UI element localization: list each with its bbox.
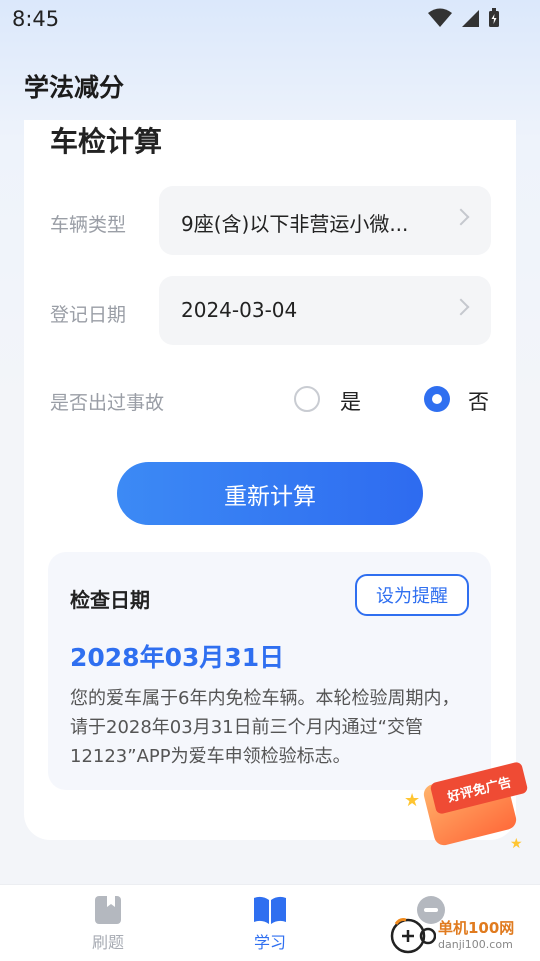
- wifi-icon: [428, 8, 452, 27]
- card-title: 车检计算: [50, 125, 163, 158]
- star-icon: ★: [404, 790, 421, 811]
- result-description: 您的爱车属于6年内免检车辆。本轮检验周期内，请于2028年03月31日前三个月内…: [70, 688, 460, 767]
- nav-label-practice: 刷题: [91, 933, 124, 952]
- remove-ads-badge[interactable]: ★ ★ 好评免广告: [404, 752, 529, 852]
- accident-yes-label[interactable]: 是: [340, 386, 361, 416]
- result-title: 检查日期: [70, 588, 150, 612]
- system-icons: [428, 8, 500, 28]
- chevron-right-icon: [452, 208, 470, 226]
- bookmark-book-icon: [95, 896, 121, 924]
- accident-no-label[interactable]: 否: [468, 386, 489, 416]
- accident-label: 是否出过事故: [50, 392, 165, 414]
- vehicle-type-select[interactable]: 9座(含)以下非营运小微...: [159, 186, 491, 255]
- register-date-value: 2024-03-04: [181, 298, 298, 322]
- signal-icon: [462, 10, 479, 27]
- calculator-card: 车检计算 车辆类型 9座(含)以下非营运小微... 登记日期 2024-03-0…: [24, 120, 516, 840]
- register-date-select[interactable]: 2024-03-04: [159, 276, 491, 345]
- accident-no-radio[interactable]: [424, 386, 450, 412]
- chevron-right-icon: [452, 298, 470, 316]
- vehicle-type-label: 车辆类型: [50, 214, 127, 236]
- status-bar: 8:45: [0, 0, 540, 40]
- site-watermark: 单机100网 danji100.com: [388, 914, 514, 954]
- status-time: 8:45: [12, 7, 60, 31]
- battery-icon: [489, 8, 499, 27]
- register-date-label: 登记日期: [50, 304, 127, 326]
- nav-item-practice[interactable]: 刷题: [63, 895, 153, 953]
- watermark-url: danji100.com: [438, 938, 513, 951]
- star-icon: ★: [510, 836, 523, 852]
- set-reminder-button[interactable]: 设为提醒: [355, 574, 469, 616]
- vehicle-type-value: 9座(含)以下非营运小微...: [181, 212, 409, 236]
- recalculate-button[interactable]: 重新计算: [117, 462, 423, 525]
- nav-label-study: 学习: [253, 933, 286, 952]
- watermark-logo-icon: [390, 918, 436, 954]
- accident-yes-radio[interactable]: [294, 386, 320, 412]
- open-book-icon: [254, 896, 286, 924]
- page-title: 学法减分: [24, 73, 125, 102]
- watermark-title: 单机100网: [438, 919, 515, 937]
- nav-item-study[interactable]: 学习: [225, 895, 315, 953]
- inspection-date: 2028年03月31日: [70, 643, 285, 672]
